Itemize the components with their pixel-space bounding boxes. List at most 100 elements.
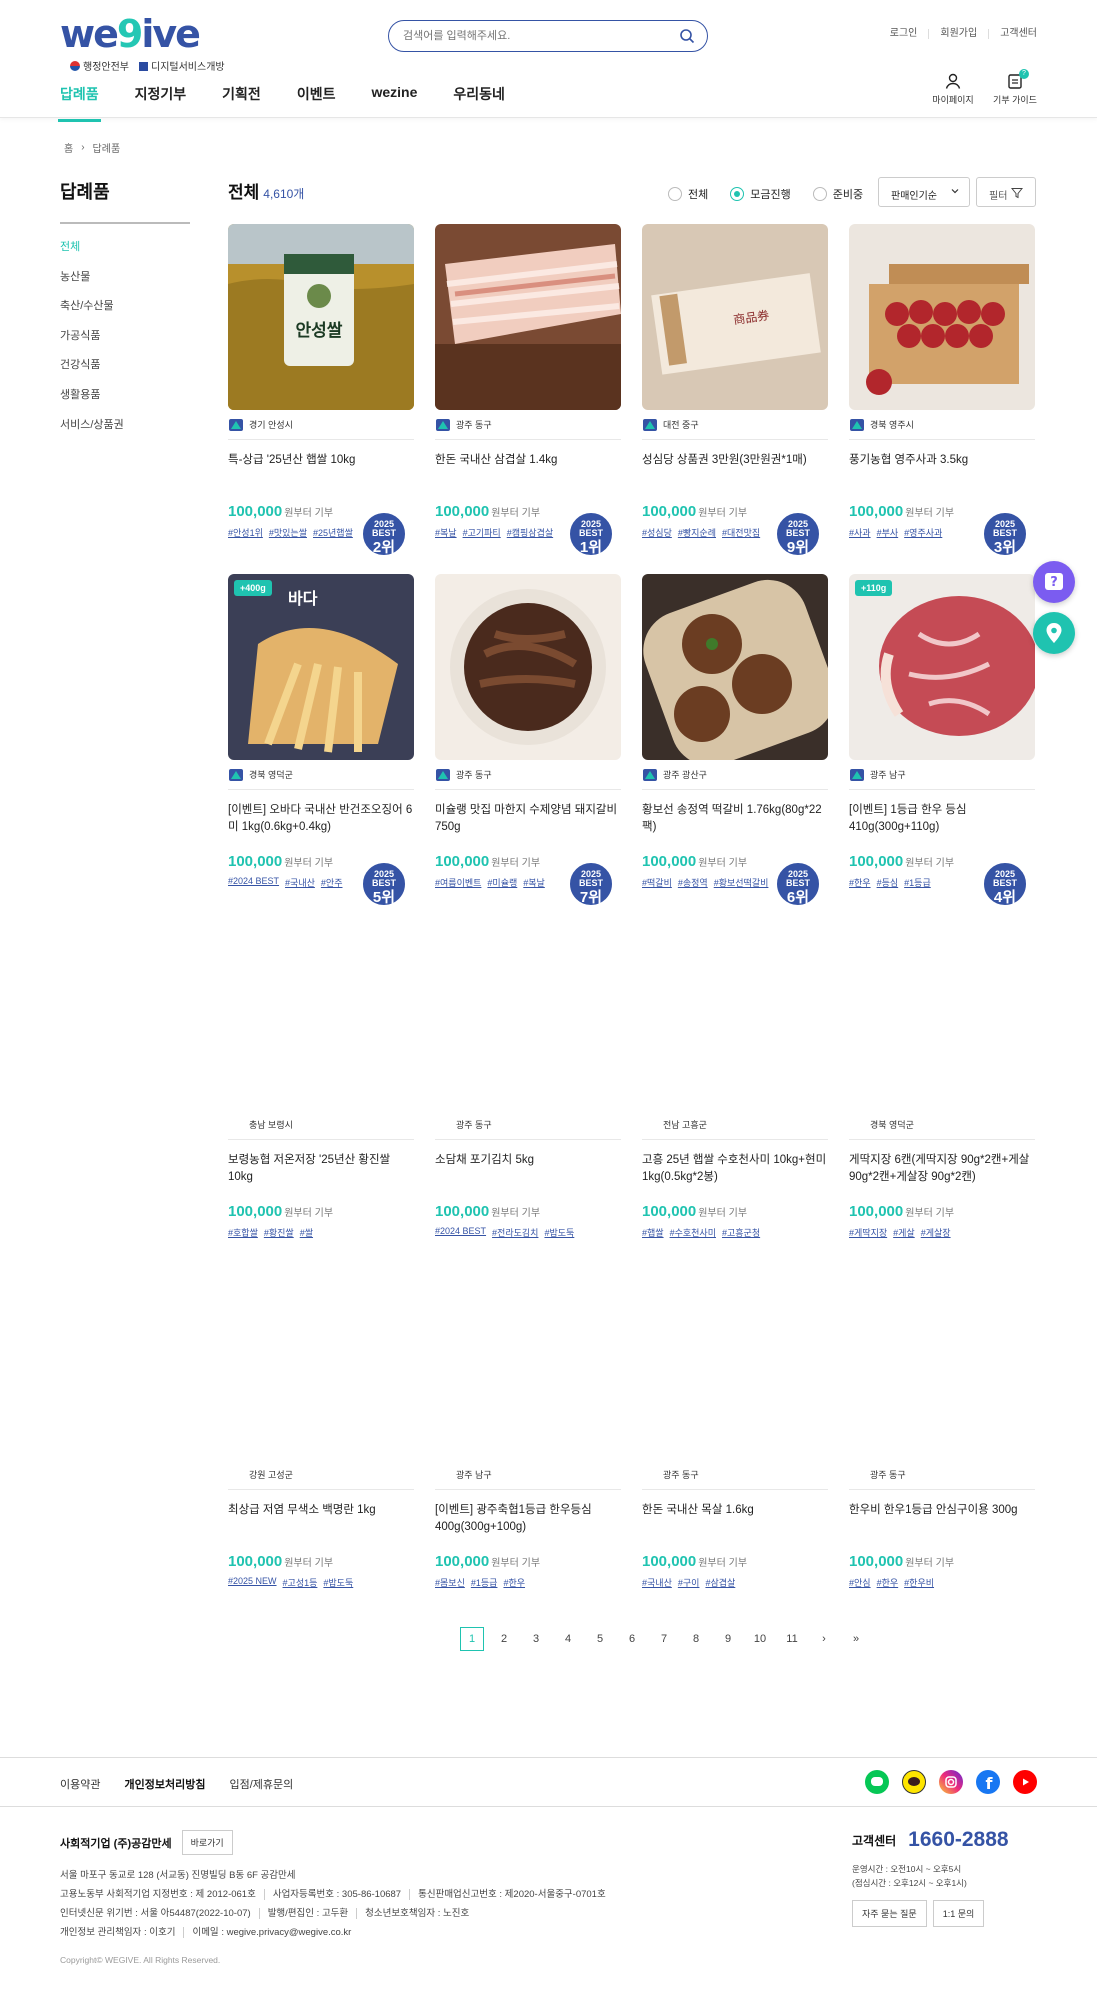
tag-link[interactable]: #안성1위 — [228, 526, 263, 539]
help-float-button[interactable]: ? — [1033, 561, 1075, 603]
tag-link[interactable]: #전라도김치 — [492, 1226, 538, 1239]
tag-link[interactable]: #복날 — [435, 526, 457, 539]
mypage-button[interactable]: 마이페이지 — [931, 72, 975, 106]
tag-link[interactable]: #고흥군청 — [722, 1226, 760, 1239]
product-name[interactable]: 성심당 상품권 3만원(3만원권*1매) — [642, 452, 828, 469]
product-image[interactable]: 안성쌀 — [228, 224, 414, 410]
breadcrumb-home[interactable]: 홈 — [64, 140, 73, 155]
product-card[interactable]: 광주 남구 [이벤트] 광주축협1등급 한우등심 400g(300g+100g) 1… — [435, 1274, 621, 1614]
tag-link[interactable]: #대전맛집 — [722, 526, 760, 539]
product-name[interactable]: 풍기농협 영주사과 3.5kg — [849, 452, 1035, 469]
tag-link[interactable]: #등심 — [877, 876, 899, 889]
page-9[interactable]: 9 — [716, 1627, 740, 1651]
product-image[interactable] — [435, 924, 621, 1110]
product-card[interactable]: 바다 +400g 2025 BEST 5위 경북 영덕군 [이벤트] 오바다 국내산 반건조… — [228, 574, 414, 914]
tag-link[interactable]: #맛있는쌀 — [269, 526, 307, 539]
facebook-icon[interactable]: f — [976, 1770, 1000, 1794]
tag-link[interactable]: #25년햅쌀 — [313, 526, 353, 539]
tag-link[interactable]: #부사 — [877, 526, 899, 539]
tag-link[interactable]: #2024 BEST — [435, 1226, 486, 1239]
product-card[interactable]: +110g 2025 BEST 4위 광주 남구 [이벤트] 1등급 한우 등심 410g… — [849, 574, 1035, 914]
sidebar-item-service[interactable]: 서비스/상품권 — [60, 418, 124, 448]
tag-link[interactable]: #안주 — [321, 876, 343, 889]
product-name[interactable]: 한돈 국내산 삼겹살 1.4kg — [435, 452, 621, 469]
tag-link[interactable]: #2025 NEW — [228, 1576, 277, 1589]
product-image[interactable]: 바다 — [228, 574, 414, 760]
product-name[interactable]: 특-상급 '25년산 햅쌀 10kg — [228, 452, 414, 469]
product-card[interactable]: 경북 영덕군 게딱지장 6캔(게딱지장 90g*2캔+게살90g*2캔+게살장 9… — [849, 924, 1035, 1264]
sidebar-item-health[interactable]: 건강식품 — [60, 358, 124, 388]
product-name[interactable]: 한돈 국내산 목살 1.6kg — [642, 1502, 828, 1519]
page-11[interactable]: 11 — [780, 1627, 804, 1651]
nav-exhibition[interactable]: 기획전 — [222, 84, 261, 122]
sidebar-item-agri[interactable]: 농산물 — [60, 270, 124, 300]
tag-link[interactable]: #몸보신 — [435, 1576, 465, 1589]
instagram-icon[interactable] — [939, 1770, 963, 1794]
tag-link[interactable]: #햅쌀 — [642, 1226, 664, 1239]
tag-link[interactable]: #한우 — [849, 876, 871, 889]
product-card[interactable]: 2025 BEST 7위 광주 동구 미슐랭 맛집 마한지 수제양념 돼지갈비 750g… — [435, 574, 621, 914]
product-name[interactable]: 고흥 25년 햅쌀 수호천사미 10kg+현미1kg(0.5kg*2봉) — [642, 1152, 828, 1186]
faq-button[interactable]: 자주 묻는 질문 — [852, 1900, 927, 1927]
search-box[interactable] — [388, 20, 708, 52]
tag-link[interactable]: #고기파티 — [463, 526, 501, 539]
nav-designated-donation[interactable]: 지정기부 — [135, 84, 187, 122]
product-name[interactable]: [이벤트] 오바다 국내산 반건조오징어 6미 1kg(0.6kg+0.4kg) — [228, 802, 414, 836]
tag-link[interactable]: #황진쌀 — [264, 1226, 294, 1239]
login-link[interactable]: 로그인 — [879, 29, 929, 39]
product-name[interactable]: 미슐랭 맛집 마한지 수제양념 돼지갈비 750g — [435, 802, 621, 836]
tag-link[interactable]: #미슐랭 — [487, 876, 517, 889]
tag-link[interactable]: #사과 — [849, 526, 871, 539]
tag-link[interactable]: #게살장 — [921, 1226, 951, 1239]
guide-button[interactable]: ? 기부 가이드 — [993, 69, 1037, 106]
tag-link[interactable]: #쌀 — [300, 1226, 313, 1239]
wegive-logo[interactable]: we9ive — [60, 15, 210, 53]
filter-preparing-radio[interactable]: 준비중 — [812, 186, 863, 202]
product-card[interactable]: 광주 동구 소담채 포기김치 5kg 100,000 원부터 기부 #2024 BEST… — [435, 924, 621, 1264]
sidebar-item-all[interactable]: 전체 — [60, 240, 124, 270]
tag-link[interactable]: #빵지순례 — [678, 526, 716, 539]
product-name[interactable]: 최상급 저염 무색소 백명란 1kg — [228, 1502, 414, 1519]
product-image[interactable] — [849, 574, 1035, 760]
product-image[interactable] — [849, 224, 1035, 410]
product-name[interactable]: 황보선 송정역 떡갈비 1.76kg(80g*22팩) — [642, 802, 828, 836]
product-image[interactable] — [642, 924, 828, 1110]
product-image[interactable] — [435, 224, 621, 410]
go-button[interactable]: 바로가기 — [181, 1830, 233, 1855]
product-image[interactable] — [849, 1274, 1035, 1460]
tag-link[interactable]: #떡갈비 — [642, 876, 672, 889]
signup-link[interactable]: 회원가입 — [928, 29, 988, 39]
sidebar-item-living[interactable]: 생활용품 — [60, 388, 124, 418]
product-image[interactable] — [642, 574, 828, 760]
product-image[interactable] — [435, 574, 621, 760]
product-card[interactable]: 충남 보령시 보령농협 저온저장 '25년산 황진쌀10kg 100,000 원부터 … — [228, 924, 414, 1264]
product-name[interactable]: [이벤트] 1등급 한우 등심 410g(300g+110g) — [849, 802, 1035, 836]
tag-link[interactable]: #게딱지장 — [849, 1226, 887, 1239]
search-icon[interactable] — [679, 28, 695, 44]
product-card[interactable]: 광주 동구 한우비 한우1등급 안심구이용 300g 100,000 원부터 기부 #안… — [849, 1274, 1035, 1614]
nav-wezine[interactable]: wezine — [371, 84, 417, 122]
tag-link[interactable]: #호합쌀 — [228, 1226, 258, 1239]
filter-button[interactable]: 필터 — [976, 177, 1036, 207]
page-8[interactable]: 8 — [684, 1627, 708, 1651]
page-3[interactable]: 3 — [524, 1627, 548, 1651]
tag-link[interactable]: #한우 — [503, 1576, 525, 1589]
customer-center-link[interactable]: 고객센터 — [988, 29, 1037, 39]
sidebar-item-livestock[interactable]: 축산/수산물 — [60, 299, 124, 329]
sort-select[interactable]: 판매인기순 — [878, 177, 970, 207]
terms-link[interactable]: 이용약관 — [60, 1776, 100, 1792]
nav-event[interactable]: 이벤트 — [297, 84, 336, 122]
product-card[interactable]: 광주 동구 한돈 국내산 목살 1.6kg 100,000 원부터 기부 #국내산 #구이… — [642, 1274, 828, 1614]
tag-link[interactable]: #2024 BEST — [228, 876, 279, 889]
product-image[interactable]: 商品券 — [642, 224, 828, 410]
kakao-icon[interactable] — [902, 1770, 926, 1794]
product-name[interactable]: 게딱지장 6캔(게딱지장 90g*2캔+게살90g*2캔+게살장 90g*2캔) — [849, 1152, 1035, 1186]
product-card[interactable]: 강원 고성군 최상급 저염 무색소 백명란 1kg 100,000 원부터 기부 #20… — [228, 1274, 414, 1614]
product-name[interactable]: [이벤트] 광주축협1등급 한우등심 400g(300g+100g) — [435, 1502, 621, 1536]
tag-link[interactable]: #구이 — [678, 1576, 700, 1589]
product-image[interactable] — [228, 1274, 414, 1460]
product-name[interactable]: 소담채 포기김치 5kg — [435, 1152, 621, 1169]
page-6[interactable]: 6 — [620, 1627, 644, 1651]
tag-link[interactable]: #밥도둑 — [544, 1226, 574, 1239]
product-image[interactable] — [435, 1274, 621, 1460]
